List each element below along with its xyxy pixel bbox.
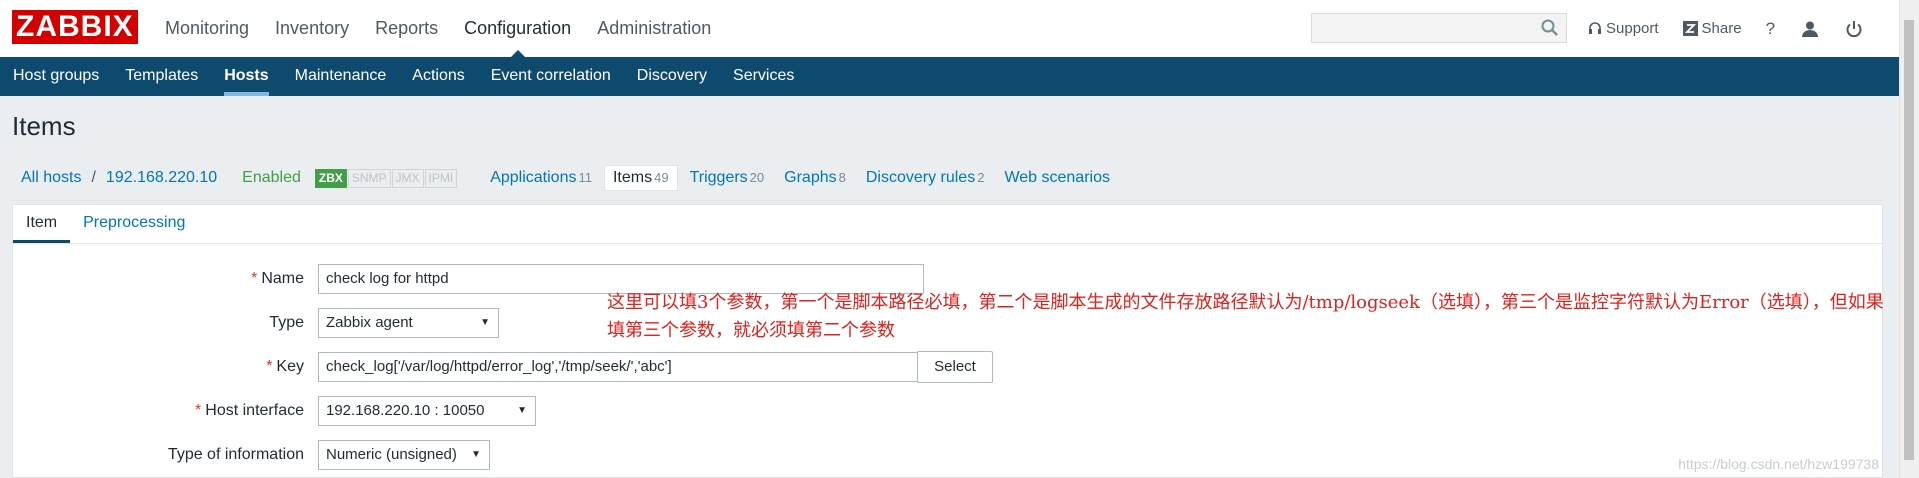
required-mark: * bbox=[251, 270, 258, 287]
submenu-event-correlation[interactable]: Event correlation bbox=[478, 57, 624, 96]
tab-graphs-count: 8 bbox=[838, 170, 846, 185]
headset-icon bbox=[1589, 21, 1601, 34]
all-hosts-link[interactable]: All hosts bbox=[21, 169, 81, 187]
submenu-maintenance[interactable]: Maintenance bbox=[282, 57, 400, 96]
jmx-badge: JMX bbox=[391, 168, 424, 188]
menu-monitoring[interactable]: Monitoring bbox=[152, 0, 262, 57]
support-link[interactable]: Support bbox=[1588, 20, 1659, 37]
top-header: ZABBIX Monitoring Inventory Reports Conf… bbox=[0, 0, 1900, 58]
tab-graphs-label: Graphs bbox=[784, 169, 837, 186]
host-interface-label-text: Host interface bbox=[205, 402, 304, 419]
type-of-information-value: Numeric (unsigned) bbox=[326, 446, 457, 463]
tab-discovery-rules-count: 2 bbox=[977, 170, 985, 185]
watermark: https://blog.csdn.net/hzw199738 bbox=[1678, 456, 1879, 472]
submenu-host-groups[interactable]: Host groups bbox=[0, 57, 112, 96]
ipmi-badge: IPMI bbox=[424, 168, 458, 188]
zbx-badge: ZBX bbox=[314, 168, 347, 188]
host-interface-value: 192.168.220.10 : 10050 bbox=[326, 402, 485, 419]
form-tab-preprocessing[interactable]: Preprocessing bbox=[70, 205, 198, 243]
submenu-actions[interactable]: Actions bbox=[399, 57, 477, 96]
key-field[interactable]: check_log['/var/log/httpd/error_log','/t… bbox=[318, 352, 924, 382]
tab-applications-count: 11 bbox=[578, 170, 592, 185]
key-label-text: Key bbox=[276, 358, 304, 375]
tab-triggers-count: 20 bbox=[749, 170, 765, 185]
name-label-text: Name bbox=[261, 270, 304, 287]
search-icon[interactable] bbox=[1540, 18, 1560, 38]
help-icon[interactable]: ? bbox=[1766, 19, 1775, 39]
type-label: Type bbox=[269, 314, 304, 331]
type-of-information-label: Type of information bbox=[167, 446, 304, 463]
required-mark: * bbox=[266, 358, 273, 375]
type-select-value: Zabbix agent bbox=[326, 314, 413, 331]
tab-graphs[interactable]: Graphs 8 bbox=[776, 166, 854, 190]
share-label: Share bbox=[1701, 20, 1742, 37]
page-scrollbar[interactable] bbox=[1899, 0, 1919, 478]
support-label: Support bbox=[1606, 20, 1659, 37]
required-mark: * bbox=[195, 402, 202, 419]
availability-indicators: ZBX SNMP JMX IPMI bbox=[314, 168, 458, 188]
page-title: Items bbox=[12, 111, 76, 141]
annotation-note: 这里可以填3个参数，第一个是脚本路径必填，第二个是脚本生成的文件存放路径默认为/… bbox=[607, 292, 1884, 341]
sign-out-icon[interactable] bbox=[1845, 20, 1863, 38]
tab-applications[interactable]: Applications 11 bbox=[482, 166, 600, 190]
tab-triggers-label: Triggers bbox=[689, 169, 748, 186]
breadcrumb: All hosts / 192.168.220.10 Enabled ZBX S… bbox=[21, 164, 1122, 192]
select-key-button[interactable]: Select bbox=[917, 351, 993, 383]
tab-discovery-rules[interactable]: Discovery rules 2 bbox=[858, 166, 993, 190]
tab-items-label: Items bbox=[612, 169, 653, 186]
tab-triggers[interactable]: Triggers 20 bbox=[682, 166, 773, 190]
submenu-templates[interactable]: Templates bbox=[112, 57, 211, 96]
tab-applications-label: Applications bbox=[490, 169, 577, 186]
type-select[interactable]: Zabbix agent bbox=[318, 308, 499, 338]
user-profile-icon[interactable] bbox=[1801, 20, 1819, 38]
sub-menu: Host groups Templates Hosts Maintenance … bbox=[0, 57, 1900, 96]
form-tabs: Item Preprocessing bbox=[13, 205, 1882, 244]
host-link[interactable]: 192.168.220.10 bbox=[106, 169, 217, 187]
zabbix-logo[interactable]: ZABBIX bbox=[12, 10, 138, 44]
menu-administration[interactable]: Administration bbox=[584, 0, 724, 57]
menu-reports[interactable]: Reports bbox=[362, 0, 451, 57]
type-of-information-select[interactable]: Numeric (unsigned) bbox=[318, 440, 490, 470]
host-interface-select[interactable]: 192.168.220.10 : 10050 bbox=[318, 396, 536, 426]
menu-inventory[interactable]: Inventory bbox=[262, 0, 362, 57]
main-menu: Monitoring Inventory Reports Configurati… bbox=[152, 0, 724, 57]
share-link[interactable]: Share bbox=[1682, 20, 1742, 37]
snmp-badge: SNMP bbox=[347, 168, 391, 188]
share-z-icon bbox=[1682, 21, 1698, 36]
tab-web-scenarios-label: Web scenarios bbox=[1004, 169, 1110, 186]
top-links: Support Share ? bbox=[1588, 0, 1889, 57]
submenu-hosts[interactable]: Hosts bbox=[211, 57, 281, 96]
search-input[interactable] bbox=[1311, 13, 1567, 43]
breadcrumb-separator: / bbox=[91, 169, 96, 186]
scrollbar-thumb[interactable] bbox=[1904, 20, 1914, 460]
tab-discovery-rules-label: Discovery rules bbox=[865, 169, 976, 186]
menu-configuration[interactable]: Configuration bbox=[451, 0, 584, 57]
divider bbox=[10, 200, 1883, 201]
name-label: * Name bbox=[13, 264, 304, 294]
submenu-discovery[interactable]: Discovery bbox=[624, 57, 720, 96]
tab-items-count: 49 bbox=[654, 170, 669, 185]
submenu-services[interactable]: Services bbox=[720, 57, 807, 96]
host-interface-label: * Host interface bbox=[13, 396, 304, 426]
key-label: * Key bbox=[13, 352, 304, 382]
tab-items[interactable]: Items 49 bbox=[603, 165, 678, 191]
tab-web-scenarios[interactable]: Web scenarios bbox=[996, 166, 1118, 190]
host-status-enabled[interactable]: Enabled bbox=[242, 169, 301, 187]
form-tab-item[interactable]: Item bbox=[13, 205, 71, 243]
